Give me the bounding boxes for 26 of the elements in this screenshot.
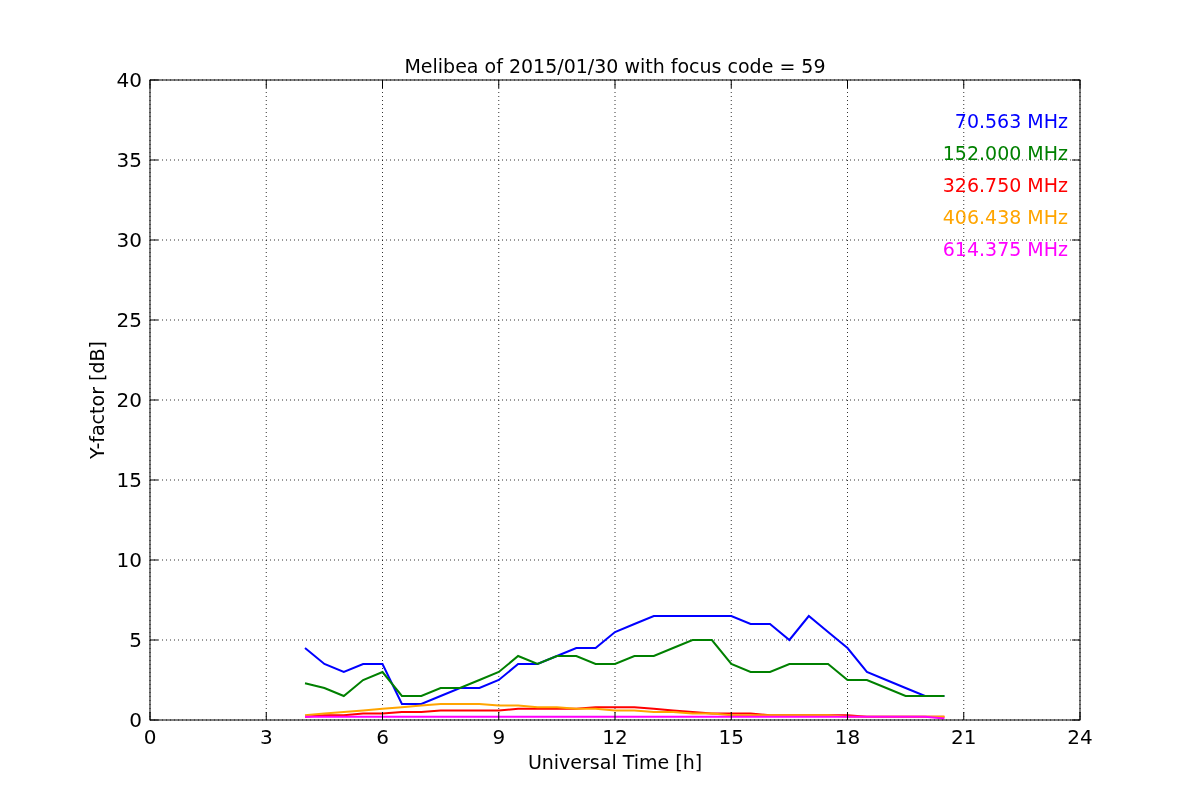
y-tick-label: 25 [116,308,142,332]
x-tick-label: 24 [1067,725,1093,749]
x-tick-label: 6 [376,725,389,749]
legend-label: 152.000 MHz [942,142,1068,164]
legend-label: 326.750 MHz [942,174,1068,196]
chart-title: Melibea of 2015/01/30 with focus code = 59 [404,55,826,77]
x-axis-label: Universal Time [h] [527,751,703,773]
x-tick-label: 3 [259,725,273,749]
legend-label: 406.438 MHz [942,206,1068,228]
legend-label: 70.563 MHz [954,110,1068,132]
x-tick-label: 9 [492,725,506,749]
y-axis-label: Y-factor [dB] [86,341,108,459]
y-tick-label: 40 [116,68,142,92]
x-tick-label: 18 [834,725,861,749]
x-tick-label: 0 [143,725,157,749]
y-tick-label: 0 [129,708,142,732]
y-tick-label: 35 [116,148,142,172]
y-tick-label: 30 [116,228,142,252]
x-tick-label: 12 [602,725,628,749]
x-tick-label: 15 [718,725,744,749]
y-tick-label: 5 [129,628,142,652]
y-tick-label: 15 [116,468,142,492]
x-tick-label: 21 [951,725,977,749]
legend-label: 614.375 MHz [942,238,1068,260]
y-tick-label: 20 [116,388,142,412]
y-tick-label: 10 [116,548,142,572]
